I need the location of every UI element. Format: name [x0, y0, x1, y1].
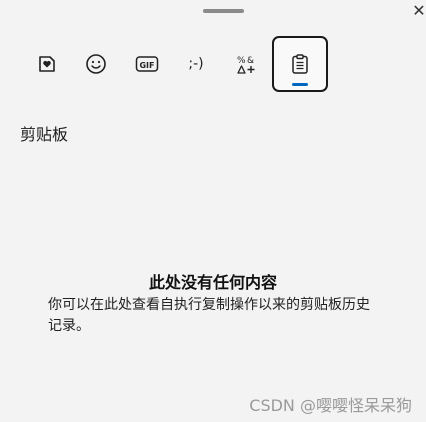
- clipboard-icon: [289, 53, 311, 75]
- section-title: 剪贴板: [20, 125, 69, 144]
- close-button[interactable]: ✕: [411, 2, 426, 20]
- tab-favorites[interactable]: [24, 38, 70, 90]
- gif-icon: GIF: [135, 54, 159, 74]
- tab-symbols[interactable]: % &: [223, 38, 269, 90]
- empty-state-title: 此处没有任何内容: [148, 273, 277, 292]
- smiley-icon: [85, 53, 107, 75]
- tab-clipboard[interactable]: [272, 36, 328, 92]
- empty-state: 此处没有任何内容 你可以在此处查看自执行复制操作以来的剪贴板历史记录。: [0, 271, 426, 337]
- tab-kaomoji[interactable]: ;-): [173, 38, 219, 90]
- svg-text:%: %: [237, 56, 246, 66]
- watermark: CSDN @嘤嘤怪呆呆狗: [249, 396, 412, 415]
- heart-sticker-icon: [36, 53, 58, 75]
- drag-handle[interactable]: [203, 9, 244, 13]
- empty-state-description: 你可以在此处查看自执行复制操作以来的剪贴板历史记录。: [48, 297, 370, 334]
- close-icon: ✕: [412, 1, 426, 20]
- tab-gif[interactable]: GIF: [124, 38, 170, 90]
- emoji-clipboard-panel: ✕ GIF ;-) % & 剪贴板 此处没有任何内容 你可以在此处查看自执行复制…: [0, 0, 426, 422]
- tab-emoji[interactable]: [73, 38, 119, 90]
- svg-text:&: &: [247, 56, 254, 66]
- kaomoji-icon: ;-): [188, 56, 204, 72]
- active-tab-indicator: [292, 83, 308, 86]
- svg-text:GIF: GIF: [139, 61, 154, 70]
- symbols-icon: % &: [235, 53, 257, 75]
